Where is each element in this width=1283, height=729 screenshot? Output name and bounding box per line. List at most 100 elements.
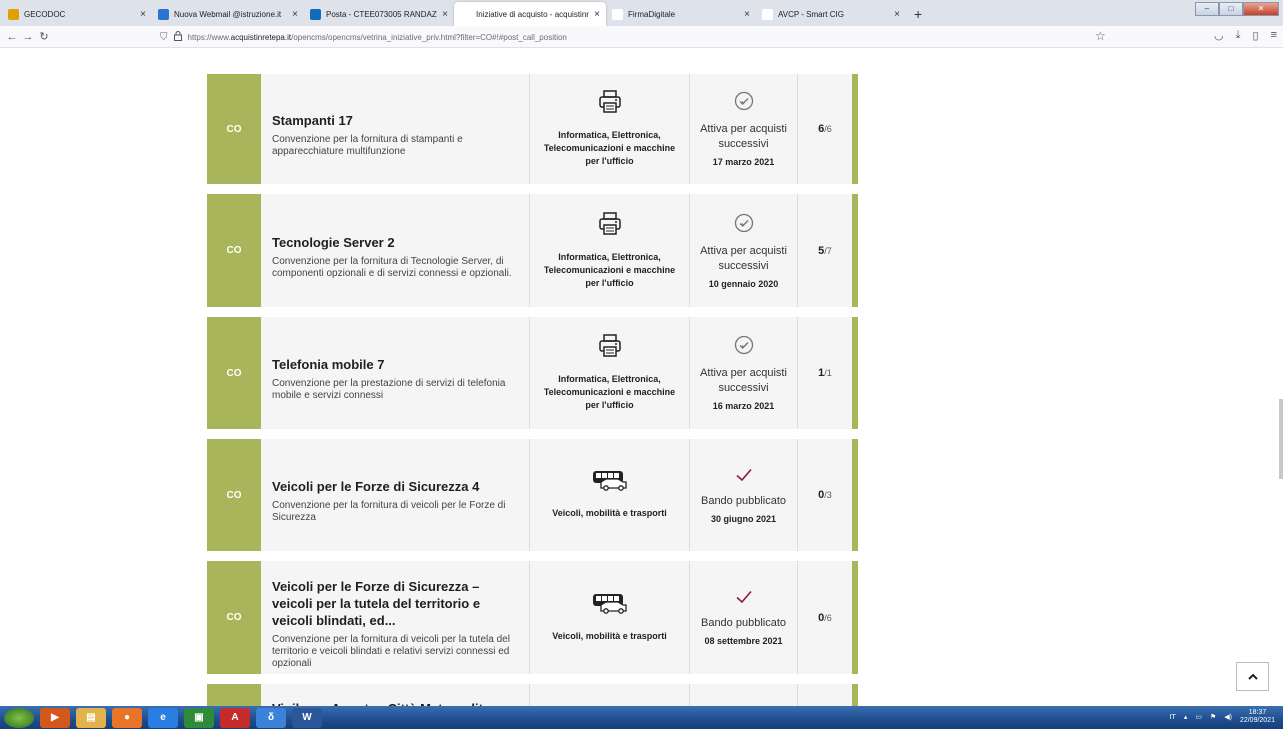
lots-total: /7 bbox=[824, 245, 832, 256]
initiative-card[interactable]: CO Tecnologie Server 2 Convenzione per la … bbox=[207, 194, 858, 307]
minimize-button[interactable]: – bbox=[1195, 2, 1219, 16]
category-cell: Veicoli, mobilità e trasporti bbox=[529, 439, 689, 551]
tab-close-icon[interactable]: × bbox=[744, 9, 750, 20]
check-icon bbox=[735, 589, 753, 610]
initiative-card[interactable]: CO Veicoli per le Forze di Sicurezza – ve… bbox=[207, 561, 858, 674]
printer-icon bbox=[598, 334, 621, 363]
card-title[interactable]: Veicoli per le Forze di Sicurezza 4 bbox=[272, 478, 517, 495]
card-title[interactable]: Tecnologie Server 2 bbox=[272, 234, 517, 251]
url-bar[interactable]: ⛉ https://www.acquistinretepa.it/opencms… bbox=[160, 28, 1120, 46]
status-date: 17 marzo 2021 bbox=[712, 157, 775, 167]
url-domain: acquistinretepa.it bbox=[230, 32, 292, 42]
navigation-bar: ← → ↻ ⛉ https://www.acquistinretepa.it/o… bbox=[0, 26, 1283, 48]
clock-time: 18:37 bbox=[1248, 709, 1267, 716]
forward-arrow-icon[interactable]: → bbox=[20, 31, 36, 43]
system-tray: IT ▴ ▭ ⚑ ◀) 18:37 22/09/2021 bbox=[1170, 709, 1275, 725]
media-player-icon[interactable]: ▶ bbox=[40, 707, 70, 728]
acrobat-icon[interactable]: A bbox=[220, 707, 250, 728]
browser-tab[interactable]: Nuova Webmail @istruzione.it × bbox=[152, 2, 304, 26]
type-badge: CO bbox=[207, 561, 261, 674]
pocket-icon[interactable]: ◡ bbox=[1214, 29, 1224, 42]
category-cell: Veicoli, mobilità e trasporti bbox=[529, 561, 689, 674]
tab-favicon-icon bbox=[762, 8, 773, 20]
reload-icon[interactable]: ↻ bbox=[36, 30, 52, 43]
category-label: Veicoli, mobilità e trasporti bbox=[552, 630, 667, 641]
bookmark-star-icon[interactable]: ☆ bbox=[1095, 29, 1106, 43]
new-tab-button[interactable]: + bbox=[906, 2, 930, 26]
status-cell: Bando pubblicato 08 settembre 2021 bbox=[689, 561, 797, 674]
clock[interactable]: 18:37 22/09/2021 bbox=[1240, 709, 1275, 725]
url-text[interactable]: https://www.acquistinretepa.it/opencms/o… bbox=[188, 33, 567, 42]
lots-total: /1 bbox=[824, 368, 832, 378]
sigma-app-icon[interactable]: δ bbox=[256, 707, 286, 728]
lots-count: 1/1 bbox=[797, 317, 852, 429]
initiative-card[interactable]: CO Telefonia mobile 7 Convenzione per la p… bbox=[207, 317, 858, 429]
file-explorer-icon[interactable]: ▤ bbox=[76, 707, 106, 728]
tab-close-icon[interactable]: × bbox=[894, 9, 900, 20]
status-label: Attiva per acquisti successivi bbox=[700, 367, 787, 394]
volume-icon[interactable]: ◀) bbox=[1224, 713, 1232, 721]
internet-explorer-icon[interactable]: e bbox=[148, 707, 178, 728]
close-window-button[interactable]: ✕ bbox=[1243, 2, 1279, 16]
sidebar-icon[interactable]: ▯ bbox=[1253, 29, 1259, 42]
tray-arrow-icon[interactable]: ▴ bbox=[1184, 713, 1188, 721]
scrollbar-thumb[interactable] bbox=[1279, 399, 1283, 479]
bus-car-icon bbox=[592, 470, 628, 497]
category-cell: Informatica, Elettronica, Telecomunicazi… bbox=[529, 74, 689, 184]
flag-icon[interactable]: ⚑ bbox=[1210, 713, 1216, 721]
status-label: Attiva per acquisti successivi bbox=[700, 123, 787, 150]
tab-close-icon[interactable]: × bbox=[292, 9, 298, 20]
tab-favicon-icon bbox=[158, 8, 169, 20]
shield-icon[interactable]: ⛉ bbox=[160, 32, 168, 43]
language-indicator[interactable]: IT bbox=[1170, 714, 1176, 721]
lock-icon[interactable] bbox=[173, 31, 182, 43]
browser-tab[interactable]: Iniziative di acquisto - acquistinrete × bbox=[454, 2, 606, 26]
card-description: Convenzione per la prestazione di serviz… bbox=[272, 378, 506, 401]
card-title[interactable]: Stampanti 17 bbox=[272, 112, 517, 129]
card-main: Veicoli per le Forze di Sicurezza 4 Conve… bbox=[261, 439, 529, 551]
window-controls: – □ ✕ bbox=[1195, 2, 1279, 16]
tab-close-icon[interactable]: × bbox=[140, 9, 146, 20]
browser-tab[interactable]: AVCP - Smart CIG × bbox=[756, 2, 906, 26]
lots-total: /6 bbox=[824, 612, 832, 623]
lots-total: /3 bbox=[824, 490, 832, 500]
category-label: Informatica, Elettronica, Telecomunicazi… bbox=[543, 130, 676, 166]
word-icon[interactable]: W bbox=[292, 707, 322, 728]
browser-tab[interactable]: FirmaDigitale × bbox=[606, 2, 756, 26]
url-prefix: https://www. bbox=[187, 32, 231, 42]
check-circle-icon bbox=[734, 335, 754, 360]
type-badge: CO bbox=[207, 74, 261, 184]
start-button[interactable] bbox=[4, 707, 34, 728]
tab-label: FirmaDigitale bbox=[628, 9, 676, 19]
browser-tab[interactable]: Posta - CTEE073005 RANDAZZO × bbox=[304, 2, 454, 26]
printer-icon bbox=[598, 90, 621, 119]
check-icon bbox=[735, 467, 753, 488]
initiative-card[interactable]: CO Veicoli per le Forze di Sicurezza 4 Con… bbox=[207, 439, 858, 551]
firefox-icon[interactable]: ● bbox=[112, 707, 142, 728]
tab-list: GECODOC × Nuova Webmail @istruzione.it × Pos… bbox=[2, 2, 906, 26]
type-badge: CO bbox=[207, 194, 261, 307]
card-title[interactable]: Veicoli per le Forze di Sicurezza – veic… bbox=[272, 578, 517, 629]
card-description: Convenzione per la fornitura di Tecnolog… bbox=[272, 255, 512, 279]
tab-favicon-icon bbox=[8, 8, 19, 20]
maximize-button[interactable]: □ bbox=[1219, 2, 1243, 16]
initiative-card[interactable]: CO Stampanti 17 Convenzione per la fornitu… bbox=[207, 74, 858, 184]
status-date: 30 giugno 2021 bbox=[710, 513, 777, 524]
green-app-icon[interactable]: ▣ bbox=[184, 707, 214, 728]
category-cell: Informatica, Elettronica, Telecomunicazi… bbox=[529, 317, 689, 429]
check-circle-icon bbox=[734, 213, 754, 238]
category-cell bbox=[529, 684, 689, 706]
scroll-to-top-button[interactable] bbox=[1236, 662, 1269, 691]
menu-icon[interactable]: ≡ bbox=[1271, 29, 1277, 42]
initiative-card[interactable]: COVigilanza Armata - Città Metropolitana bbox=[207, 684, 858, 706]
card-description: Convenzione per la fornitura di stampant… bbox=[272, 134, 463, 157]
initiatives-list: CO Stampanti 17 Convenzione per la fornitu… bbox=[207, 74, 858, 706]
type-badge: CO bbox=[207, 684, 261, 706]
tab-close-icon[interactable]: × bbox=[594, 9, 600, 20]
browser-tab[interactable]: GECODOC × bbox=[2, 2, 152, 26]
tab-close-icon[interactable]: × bbox=[442, 9, 448, 20]
back-arrow-icon[interactable]: ← bbox=[4, 31, 20, 43]
card-title[interactable]: Telefonia mobile 7 bbox=[272, 356, 517, 373]
download-icon[interactable]: ⤓ bbox=[1236, 29, 1241, 42]
network-icon[interactable]: ▭ bbox=[1195, 713, 1202, 721]
